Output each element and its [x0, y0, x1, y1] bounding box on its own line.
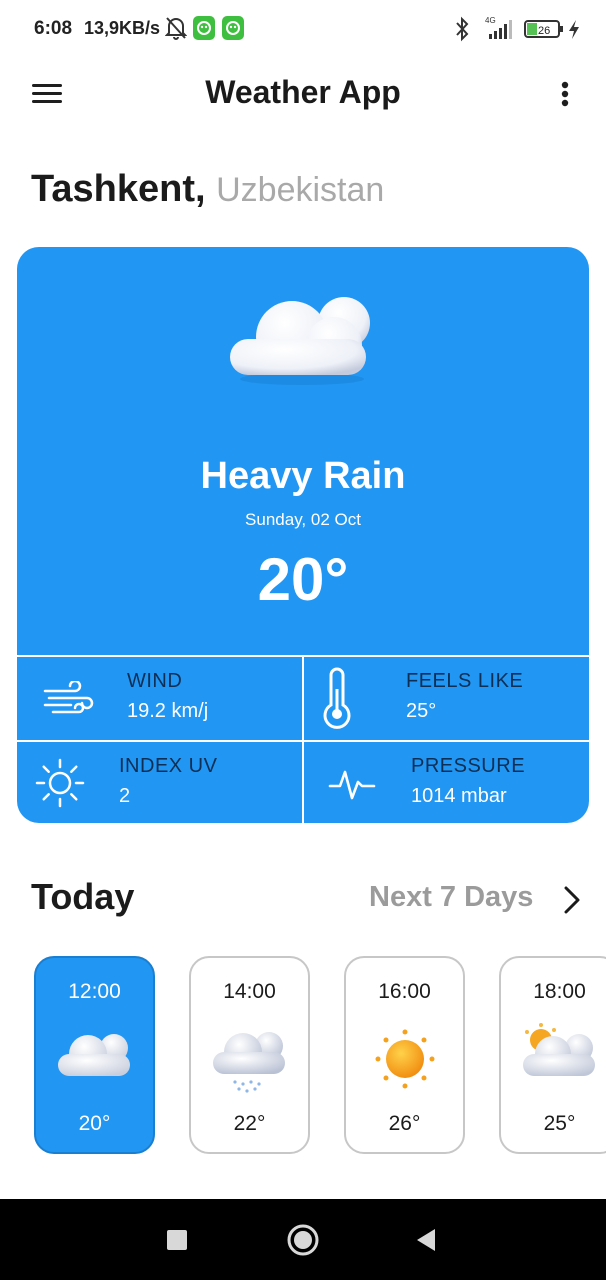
wind-icon: [43, 681, 94, 714]
battery-level: 26: [538, 25, 550, 37]
stat-value: 25°: [406, 700, 437, 722]
sun-behind-cloud-icon: [523, 1023, 595, 1076]
next-7-days-link[interactable]: Next 7 Days: [369, 881, 533, 914]
hour-temperature: 20°: [78, 1112, 111, 1135]
system-nav-bar: [0, 1199, 606, 1280]
thermometer-icon: [323, 667, 351, 729]
hourly-card[interactable]: 14:00 22°: [189, 956, 310, 1154]
app-bar: Weather App: [0, 58, 606, 130]
current-weather-card: Heavy Rain Sunday, 02 Oct 20° WIND 19.2 …: [17, 247, 589, 823]
stat-value: 19.2 km/j: [127, 700, 209, 722]
today-heading: Today: [31, 876, 135, 917]
stat-label: INDEX UV: [119, 755, 218, 777]
battery-icon: 26: [524, 20, 563, 38]
network-type-label: 4G: [485, 16, 496, 25]
hourly-card-selected[interactable]: 12:00 20°: [34, 956, 155, 1154]
location-header: Tashkent, Uzbekistan: [31, 168, 384, 211]
page-title: Weather App: [205, 74, 401, 110]
hourly-card[interactable]: 16:00 26°: [344, 956, 465, 1154]
recent-apps-icon[interactable]: [166, 1229, 188, 1251]
weather-date: Sunday, 02 Oct: [245, 510, 361, 529]
pulse-icon: [328, 770, 376, 800]
cloud-rain-icon: [213, 1032, 285, 1093]
back-icon[interactable]: [415, 1227, 437, 1253]
bluetooth-icon: [456, 16, 469, 42]
current-temperature: 20°: [257, 546, 349, 613]
cloud-icon: [58, 1034, 130, 1076]
cloud-icon: [230, 297, 370, 385]
stat-pressure: PRESSURE 1014 mbar: [303, 741, 589, 823]
stat-wind: WIND 19.2 km/j: [17, 657, 303, 741]
hourly-card[interactable]: 18:00 25°: [499, 956, 606, 1154]
hour-time: 18:00: [533, 980, 586, 1003]
app-notification-icon: [222, 16, 244, 40]
stat-value: 2: [119, 785, 131, 807]
stat-feels-like: FEELS LIKE 25°: [303, 657, 589, 741]
location-country: Uzbekistan: [216, 171, 385, 209]
hour-temperature: 26°: [388, 1112, 421, 1135]
stat-label: WIND: [127, 670, 183, 692]
hour-time: 16:00: [378, 980, 431, 1003]
weather-condition: Heavy Rain: [200, 455, 406, 497]
signal-icon: 4G: [485, 16, 512, 39]
app-notification-icon: [193, 16, 215, 40]
stat-value: 1014 mbar: [411, 785, 507, 807]
sun-icon: [375, 1029, 435, 1089]
hour-temperature: 25°: [543, 1112, 576, 1135]
stat-label: FEELS LIKE: [406, 670, 524, 692]
weather-stats-grid: WIND 19.2 km/j FEELS LIKE 25° INDEX UV 2…: [17, 655, 589, 823]
hour-time: 14:00: [223, 980, 276, 1003]
location-city: Tashkent,: [31, 168, 206, 210]
stat-uv-index: INDEX UV 2: [17, 741, 303, 823]
status-bar: 6:08 13,9KB/s 4G 26: [0, 0, 606, 58]
chevron-right-icon[interactable]: [560, 884, 584, 916]
hour-temperature: 22°: [233, 1112, 266, 1135]
charging-icon: [569, 20, 579, 39]
status-time: 6:08: [34, 18, 73, 39]
status-network-speed: 13,9KB/s: [84, 18, 161, 38]
stat-label: PRESSURE: [411, 755, 526, 777]
hour-time: 12:00: [68, 980, 121, 1003]
bell-off-icon: [165, 17, 187, 40]
home-icon[interactable]: [286, 1223, 320, 1257]
sun-icon: [35, 758, 85, 808]
more-vertical-icon[interactable]: [552, 76, 578, 112]
